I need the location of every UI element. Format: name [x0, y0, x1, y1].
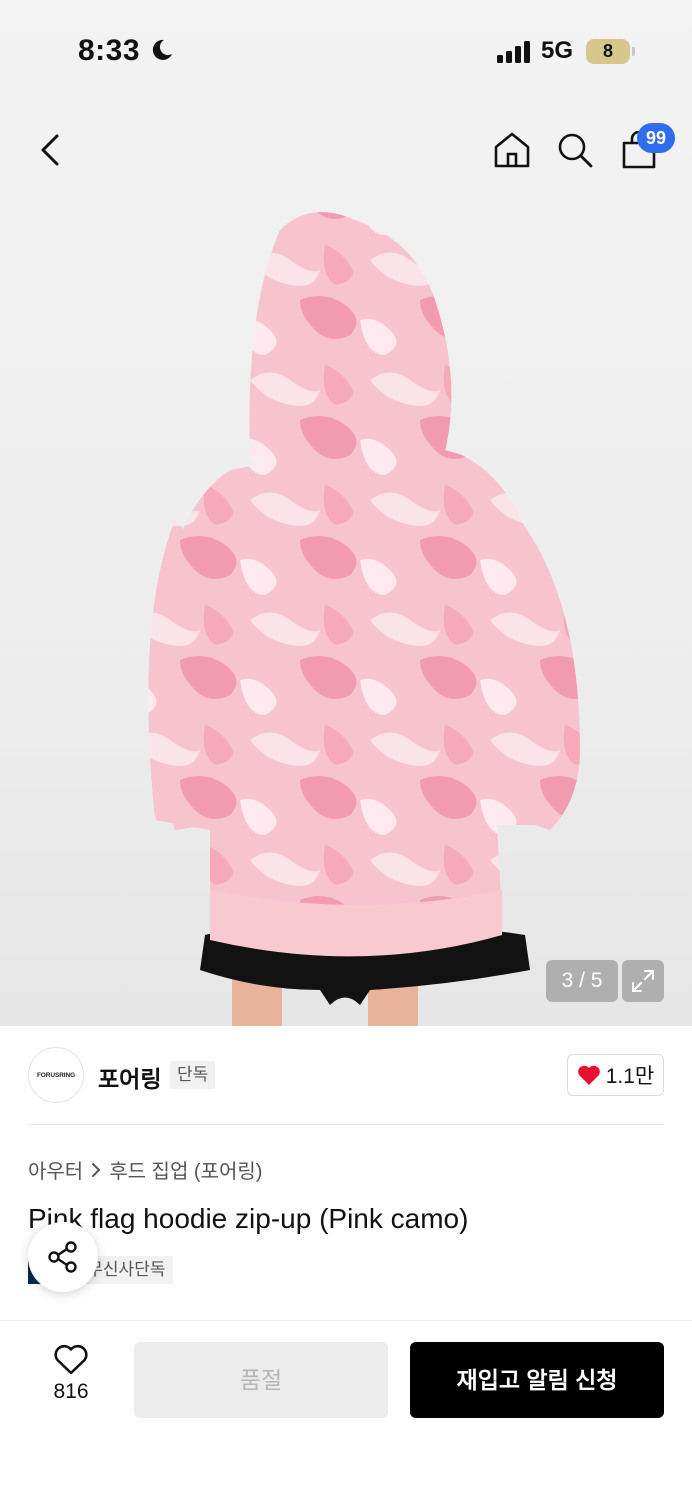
share-icon — [48, 1241, 77, 1273]
soldout-button[interactable]: 품절 — [134, 1342, 388, 1418]
brand-name[interactable]: 포어링 — [98, 1060, 161, 1094]
breadcrumb-item[interactable]: 아우터 — [28, 1155, 83, 1184]
heart-outline-icon — [54, 1344, 88, 1375]
product-title: Pink flag hoodie zip-up (Pink camo) — [28, 1203, 469, 1234]
search-button[interactable] — [551, 126, 599, 174]
brand-logo[interactable]: FORUSRING — [28, 1047, 84, 1103]
share-button[interactable] — [28, 1222, 98, 1292]
expand-button[interactable] — [622, 960, 664, 1002]
brand-like-button[interactable]: 1.1만 — [567, 1054, 664, 1096]
brand-exclusive-tag: 단독 — [170, 1061, 216, 1089]
back-button[interactable] — [26, 126, 74, 174]
home-icon — [494, 132, 530, 168]
wishlist-count: 816 — [53, 1380, 89, 1403]
search-icon — [558, 133, 593, 168]
heart-filled-icon — [577, 1065, 600, 1085]
restock-alert-button[interactable]: 재입고 알림 신청 — [410, 1342, 664, 1418]
battery-icon: 8 — [586, 39, 630, 64]
chevron-left-icon — [41, 134, 59, 166]
brand-logo-text: FORUSRING — [36, 1071, 76, 1079]
divider — [28, 1124, 664, 1125]
network-type: 5G — [541, 37, 574, 64]
chevron-right-icon — [92, 1162, 101, 1177]
expand-icon — [632, 970, 654, 992]
status-time: 8:33 — [78, 34, 141, 67]
signal-icon — [497, 41, 530, 63]
status-bar: 8:33 5G 8 — [0, 0, 692, 100]
brand-like-count: 1.1만 — [605, 1065, 655, 1088]
breadcrumb: 아우터 후드 집업 (포어링) — [28, 1155, 262, 1184]
breadcrumb-item[interactable]: 후드 집업 (포어링) — [109, 1155, 262, 1184]
moon-icon — [152, 39, 172, 60]
cart-count-badge: 99 — [637, 123, 675, 153]
home-button[interactable] — [488, 126, 536, 174]
battery-nub — [632, 47, 635, 56]
battery-level: 8 — [602, 41, 613, 61]
wishlist-button[interactable]: 816 — [40, 1344, 102, 1414]
image-counter: 3 / 5 — [546, 960, 618, 1002]
